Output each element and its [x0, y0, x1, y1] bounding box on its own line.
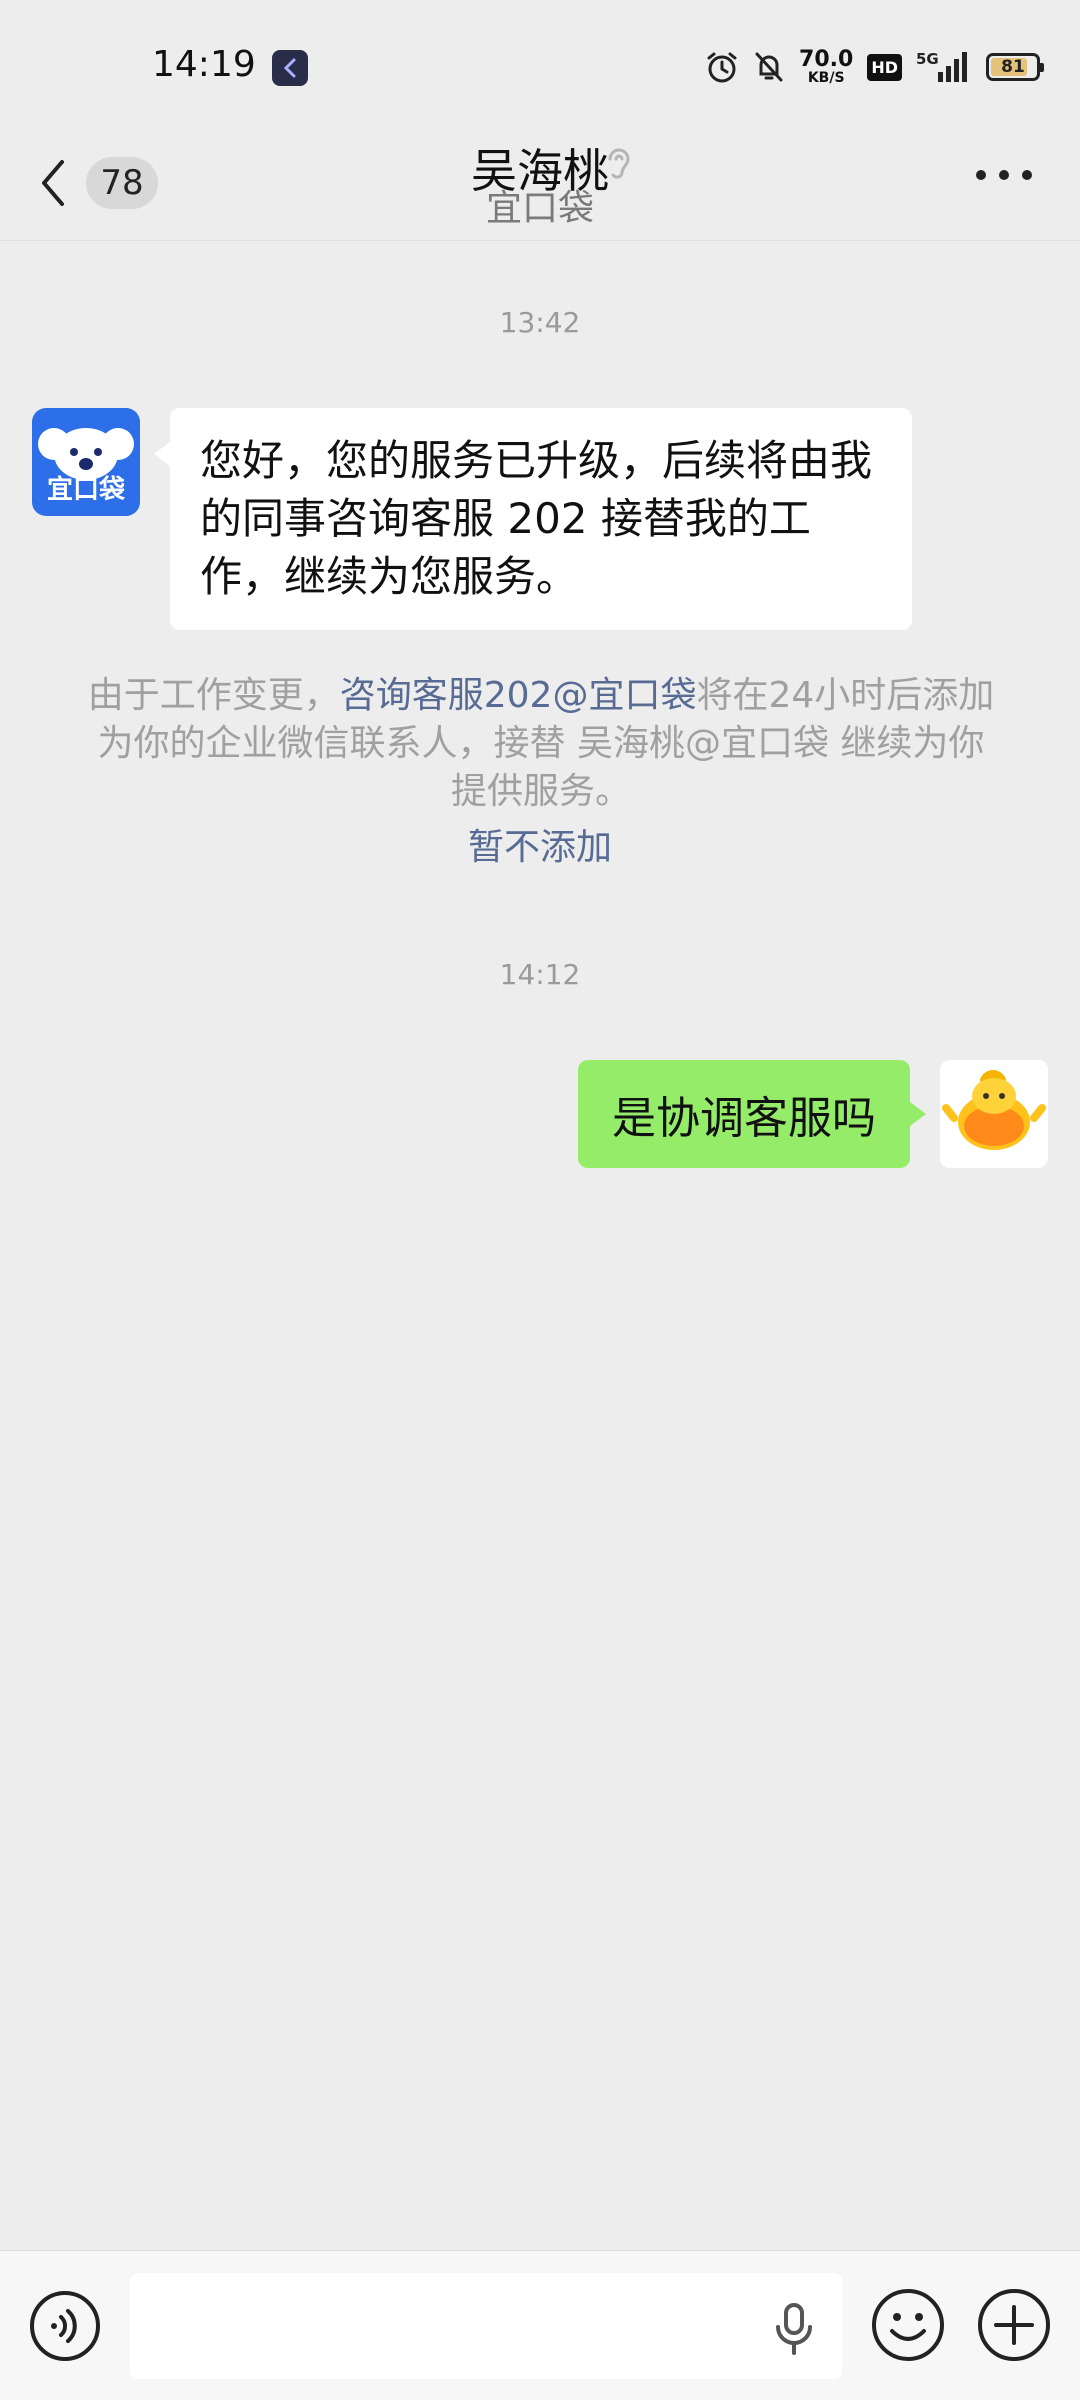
- mute-bell-icon: [755, 52, 783, 82]
- outgoing-message-bubble[interactable]: 是协调客服吗: [578, 1060, 926, 1168]
- status-right: 70.0 KB/S HD 5G 81: [705, 42, 1044, 92]
- contact-company: 宜口袋: [485, 188, 594, 229]
- system-notice: 由于工作变更，咨询客服202@宜口袋将在24小时后添加为你的企业微信联系人，接替…: [86, 672, 996, 816]
- net-speed: 70.0 KB/S: [799, 47, 854, 86]
- timestamp: 13:42: [499, 306, 581, 339]
- chat-screen: 14:19 70.0 KB/S HD 5G 81 78 吴海桃 宜口袋 13:4…: [0, 0, 1080, 2400]
- notice-text-pre: 由于工作变更，: [87, 675, 340, 716]
- outgoing-message-text: 是协调客服吗: [612, 1093, 876, 1144]
- contact-avatar[interactable]: 宜口袋: [32, 408, 140, 516]
- message-input[interactable]: [130, 2273, 842, 2379]
- net-speed-value: 70.0: [799, 47, 854, 72]
- app-notification-icon: [272, 50, 308, 86]
- input-bar: [0, 2250, 1080, 2400]
- timestamp: 14:12: [499, 958, 581, 991]
- status-bar: 14:19 70.0 KB/S HD 5G 81: [0, 0, 1080, 135]
- incoming-message-bubble[interactable]: 您好，您的服务已升级，后续将由我的同事咨询客服 202 接替我的工作，继续为您服…: [154, 408, 912, 630]
- duck-avatar-icon: [940, 1060, 1048, 1168]
- my-avatar[interactable]: [940, 1060, 1048, 1168]
- battery-level: 81: [1001, 57, 1025, 77]
- notice-contact-link[interactable]: 咨询客服202@宜口袋: [340, 675, 697, 716]
- mic-icon[interactable]: [770, 2301, 818, 2357]
- battery-icon: 81: [986, 53, 1044, 81]
- hd-badge: HD: [867, 53, 902, 81]
- emoji-icon[interactable]: [870, 2287, 946, 2363]
- more-dot: [999, 170, 1009, 180]
- voice-icon[interactable]: [28, 2289, 102, 2363]
- avatar-brand-text: 宜口袋: [46, 475, 125, 505]
- signal-icon: 5G: [916, 50, 972, 84]
- chat-header: 78 吴海桃 宜口袋: [0, 135, 1080, 241]
- more-dot: [976, 170, 986, 180]
- more-icon[interactable]: [976, 160, 1032, 190]
- plus-icon[interactable]: [976, 2287, 1052, 2363]
- status-time: 14:19: [152, 44, 256, 85]
- more-dot: [1022, 170, 1032, 180]
- net-speed-unit: KB/S: [807, 70, 845, 86]
- decline-add-link[interactable]: 暂不添加: [0, 818, 1080, 870]
- alarm-icon: [707, 52, 737, 83]
